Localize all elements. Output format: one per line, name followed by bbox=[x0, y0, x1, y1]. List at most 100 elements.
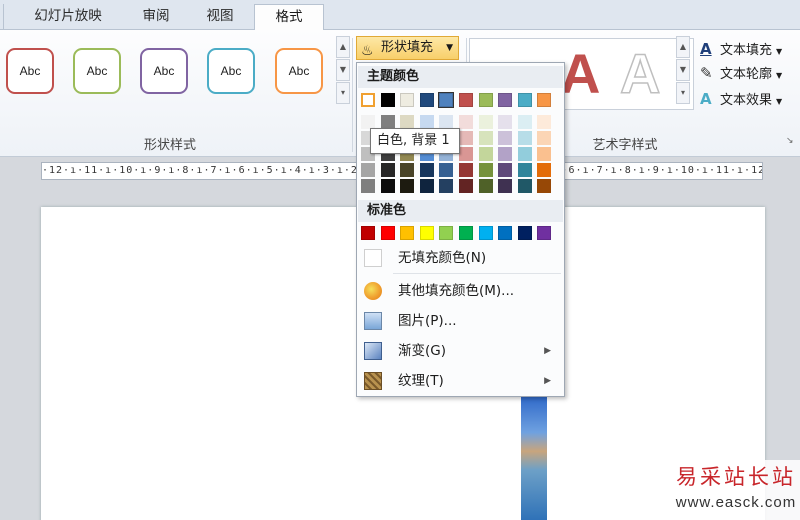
texture-fill-item[interactable]: 纹理(T) ▶ bbox=[358, 367, 563, 395]
theme-shade-swatch[interactable] bbox=[498, 115, 513, 129]
tab-view[interactable]: 视图 bbox=[192, 4, 248, 30]
scroll-up-icon[interactable]: ▲ bbox=[676, 36, 690, 58]
theme-shade-swatch[interactable] bbox=[478, 115, 493, 129]
theme-shade-swatch[interactable] bbox=[380, 115, 395, 129]
dialog-launcher-icon[interactable]: ↘ bbox=[786, 136, 794, 146]
theme-shade-swatch[interactable] bbox=[517, 131, 532, 145]
theme-color-swatch[interactable] bbox=[380, 93, 395, 107]
standard-color-swatch[interactable] bbox=[380, 226, 395, 240]
theme-shade-swatch[interactable] bbox=[459, 179, 473, 193]
theme-color-swatch[interactable] bbox=[478, 93, 493, 107]
theme-shade-swatch[interactable] bbox=[478, 179, 493, 193]
theme-shade-swatch[interactable] bbox=[478, 131, 493, 145]
picture-icon bbox=[364, 312, 382, 330]
theme-shade-swatch[interactable] bbox=[419, 179, 434, 193]
shape-fill-label: 形状填充 bbox=[381, 40, 434, 55]
theme-color-swatch[interactable] bbox=[400, 93, 415, 107]
theme-shade-swatch[interactable] bbox=[537, 163, 552, 177]
scroll-down-icon[interactable]: ▼ bbox=[336, 59, 350, 81]
shape-style-gallery-scroll[interactable]: ▲ ▼ ▾ bbox=[336, 36, 350, 106]
theme-color-swatch[interactable] bbox=[517, 93, 532, 107]
theme-shade-swatch[interactable] bbox=[419, 115, 434, 129]
theme-shade-swatch[interactable] bbox=[537, 131, 552, 145]
picture-fill-item[interactable]: 图片(P)... bbox=[358, 307, 563, 335]
theme-color-swatch[interactable] bbox=[537, 93, 552, 107]
theme-shade-swatch[interactable] bbox=[517, 115, 532, 129]
scroll-down-icon[interactable]: ▼ bbox=[676, 59, 690, 81]
theme-shade-swatch[interactable] bbox=[478, 147, 493, 161]
text-fill-label: 文本填充 bbox=[720, 43, 773, 58]
theme-shade-swatch[interactable] bbox=[400, 115, 415, 129]
theme-shade-swatch[interactable] bbox=[439, 179, 454, 193]
watermark-title: 易采站长站 bbox=[676, 465, 796, 489]
wordart-style-outline[interactable]: A bbox=[619, 41, 661, 106]
theme-shade-swatch[interactable] bbox=[498, 131, 513, 145]
theme-shade-swatch[interactable] bbox=[517, 163, 532, 177]
shape-style-thumb[interactable]: Abc bbox=[6, 48, 54, 94]
text-outline-button[interactable]: ✎ 文本轮廓 ▼ bbox=[700, 62, 782, 84]
shape-style-thumb[interactable]: Abc bbox=[73, 48, 121, 94]
theme-shade-swatch[interactable] bbox=[419, 163, 434, 177]
standard-color-swatch[interactable] bbox=[498, 226, 513, 240]
theme-color-swatch[interactable] bbox=[419, 93, 434, 107]
tab-slideshow[interactable]: 幻灯片放映 bbox=[18, 4, 118, 30]
text-effects-icon: A bbox=[700, 90, 712, 108]
standard-color-swatch[interactable] bbox=[361, 226, 375, 240]
standard-color-swatch[interactable] bbox=[517, 226, 532, 240]
theme-shade-swatch[interactable] bbox=[400, 163, 415, 177]
theme-shade-swatch[interactable] bbox=[459, 115, 473, 129]
theme-shade-swatch[interactable] bbox=[537, 179, 552, 193]
scroll-up-icon[interactable]: ▲ bbox=[336, 36, 350, 58]
wordart-style-red[interactable]: A bbox=[560, 41, 600, 106]
gallery-more-icon[interactable]: ▾ bbox=[676, 82, 690, 104]
theme-shade-swatch[interactable] bbox=[498, 163, 513, 177]
theme-shade-swatch[interactable] bbox=[498, 179, 513, 193]
wordart-gallery-scroll[interactable]: ▲ ▼ ▾ bbox=[676, 36, 690, 106]
shape-fill-button[interactable]: ♨ 形状填充 ▼ bbox=[356, 36, 459, 60]
standard-color-swatch[interactable] bbox=[439, 226, 454, 240]
theme-shade-swatch[interactable] bbox=[361, 115, 375, 129]
shape-style-thumb[interactable]: Abc bbox=[207, 48, 255, 94]
text-effects-button[interactable]: A 文本效果 ▼ bbox=[700, 88, 782, 110]
standard-color-swatch[interactable] bbox=[459, 226, 473, 240]
theme-shade-swatch[interactable] bbox=[380, 163, 395, 177]
theme-color-swatch[interactable] bbox=[459, 93, 473, 107]
theme-shade-swatch[interactable] bbox=[498, 147, 513, 161]
theme-shade-swatch[interactable] bbox=[459, 131, 473, 145]
chevron-down-icon: ▼ bbox=[776, 97, 783, 106]
shape-style-thumb[interactable]: Abc bbox=[275, 48, 323, 94]
more-fill-colors-item[interactable]: 其他填充颜色(M)... bbox=[358, 277, 563, 305]
theme-shade-swatch[interactable] bbox=[361, 179, 375, 193]
paint-bucket-icon: ♨ bbox=[361, 43, 374, 59]
no-fill-item[interactable]: 无填充颜色(N) bbox=[358, 244, 563, 272]
theme-shade-swatch[interactable] bbox=[517, 179, 532, 193]
theme-shade-swatch[interactable] bbox=[380, 179, 395, 193]
theme-shade-swatch[interactable] bbox=[517, 147, 532, 161]
standard-color-swatch[interactable] bbox=[478, 226, 493, 240]
standard-color-swatch[interactable] bbox=[537, 226, 552, 240]
theme-shade-swatch[interactable] bbox=[400, 179, 415, 193]
theme-shade-swatch[interactable] bbox=[537, 115, 552, 129]
theme-shade-swatch[interactable] bbox=[459, 163, 473, 177]
theme-shade-swatch[interactable] bbox=[459, 147, 473, 161]
theme-color-swatch[interactable] bbox=[361, 93, 375, 107]
tab-format[interactable]: 格式 bbox=[254, 4, 324, 31]
theme-shade-swatch[interactable] bbox=[537, 147, 552, 161]
gradient-fill-item[interactable]: 渐变(G) ▶ bbox=[358, 337, 563, 365]
theme-shade-swatch[interactable] bbox=[439, 163, 454, 177]
theme-color-swatch[interactable] bbox=[438, 92, 455, 108]
standard-color-swatch[interactable] bbox=[419, 226, 434, 240]
chevron-down-icon: ▼ bbox=[776, 71, 783, 80]
text-fill-button[interactable]: A 文本填充 ▼ bbox=[700, 38, 782, 60]
theme-shade-swatch[interactable] bbox=[439, 115, 454, 129]
theme-shade-swatch[interactable] bbox=[478, 163, 493, 177]
theme-color-swatch[interactable] bbox=[498, 93, 513, 107]
shape-style-thumb[interactable]: Abc bbox=[140, 48, 188, 94]
theme-shade-swatch[interactable] bbox=[361, 163, 375, 177]
slide-picture[interactable] bbox=[521, 395, 547, 520]
submenu-arrow-icon: ▶ bbox=[544, 376, 551, 386]
palette-icon bbox=[364, 282, 382, 300]
standard-color-swatch[interactable] bbox=[400, 226, 415, 240]
tab-review[interactable]: 审阅 bbox=[128, 4, 184, 30]
gallery-more-icon[interactable]: ▾ bbox=[336, 82, 350, 104]
